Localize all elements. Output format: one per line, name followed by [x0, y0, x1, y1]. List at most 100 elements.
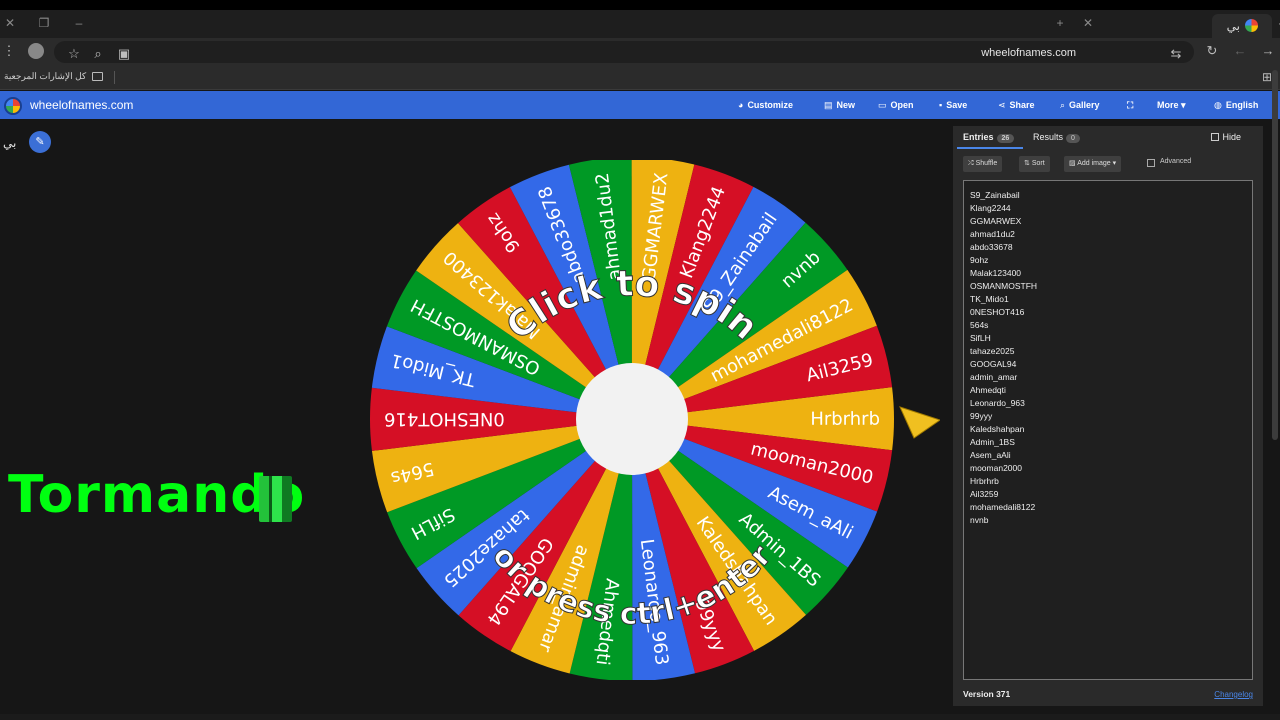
entries-panel: Entries 26 Results 0 Hide ⤮ Shuffle ⇅ Sort… — [953, 126, 1263, 706]
customize-button[interactable]: ◕ Customize — [738, 100, 793, 110]
page-scrollbar[interactable] — [1272, 70, 1278, 440]
sort-button[interactable]: ⇅ Sort — [1019, 156, 1050, 172]
entry-line[interactable]: Leonardo_963 — [970, 397, 1246, 410]
folder-open-icon: ▭ — [878, 100, 887, 110]
file-icon: ▤ — [824, 100, 833, 110]
new-button[interactable]: ▤ New — [824, 100, 855, 111]
browser-tab[interactable]: بي — [1212, 14, 1272, 38]
caret-down-icon: ▾ — [1112, 160, 1117, 167]
hide-checkbox[interactable] — [1211, 133, 1219, 141]
entry-line[interactable]: Klang2244 — [970, 202, 1246, 215]
open-label: Open — [890, 100, 914, 110]
cast-icon[interactable]: ▣ — [116, 46, 132, 62]
entry-line[interactable]: Ail3259 — [970, 488, 1246, 501]
site-name[interactable]: wheelofnames.com — [30, 98, 133, 112]
entry-line[interactable]: Admin_1BS — [970, 436, 1246, 449]
fullscreen-button[interactable]: ⛶ — [1127, 100, 1133, 111]
wheel-logo-icon[interactable] — [4, 97, 22, 115]
spin-wheel[interactable]: Hrbrhrbmooman2000Asem_aAliAdmin_1BSKaled… — [340, 160, 940, 680]
add-image-button[interactable]: ▨ Add image ▾ — [1064, 156, 1122, 172]
edit-title-button[interactable]: ✎ — [29, 131, 51, 153]
profile-avatar-icon[interactable] — [28, 43, 44, 59]
entry-line[interactable]: Ahmedqti — [970, 384, 1246, 397]
wheel-slice-label: 0NESHOT416 — [384, 408, 505, 429]
url-text[interactable]: wheelofnames.com — [981, 47, 1076, 59]
gallery-button[interactable]: ⌕ Gallery — [1060, 100, 1100, 111]
new-tab-icon[interactable]: + — [1053, 16, 1067, 30]
entry-line[interactable]: admin_amar — [970, 371, 1246, 384]
tab-title: بي — [1226, 19, 1240, 33]
share-button[interactable]: ⋖ Share — [998, 100, 1035, 111]
close-window-icon[interactable]: ✕ — [3, 16, 17, 30]
panel-tabs: Entries 26 Results 0 Hide — [953, 126, 1263, 149]
bottom-strip — [0, 714, 1280, 720]
forward-icon[interactable]: ← — [1232, 43, 1248, 58]
search-icon: ⌕ — [1060, 100, 1066, 110]
zoom-icon[interactable]: ⌕ — [90, 46, 106, 62]
fullscreen-icon: ⛶ — [1127, 100, 1134, 110]
sort-icon: ⇅ — [1024, 160, 1030, 167]
entry-line[interactable]: Hrbrhrb — [970, 475, 1246, 488]
restore-window-icon[interactable]: ❐ — [37, 16, 51, 30]
image-icon: ▨ — [1069, 160, 1076, 167]
shuffle-button[interactable]: ⤮ Shuffle — [963, 156, 1003, 172]
version-label: Version 371 — [963, 689, 1011, 699]
site-settings-icon[interactable]: ⇆ — [1168, 46, 1184, 62]
hide-label: Hide — [1222, 132, 1241, 142]
minimize-window-icon[interactable]: – — [72, 16, 86, 30]
entry-line[interactable]: SifLH — [970, 332, 1246, 345]
entry-line[interactable]: Kaledshahpan — [970, 423, 1246, 436]
entry-line[interactable]: GGMARWEX — [970, 215, 1246, 228]
entry-line[interactable]: TK_Mido1 — [970, 293, 1246, 306]
entry-line[interactable]: OSMANMOSTFH — [970, 280, 1246, 293]
omnibox[interactable]: ☆ ⌕ ▣ wheelofnames.com ⇆ — [54, 41, 1194, 63]
entry-line[interactable]: S9_Zainabail — [970, 189, 1246, 202]
advanced-checkbox[interactable] — [1147, 159, 1155, 167]
screen-top-strip — [0, 0, 1280, 10]
reload-icon[interactable]: ↻ — [1204, 43, 1220, 59]
save-label: Save — [946, 100, 968, 110]
entry-line[interactable]: 0NESHOT416 — [970, 306, 1246, 319]
apps-grid-icon[interactable]: ⊞ — [1262, 70, 1272, 84]
back-icon[interactable]: → — [1260, 43, 1276, 58]
entry-line[interactable]: tahaze2025 — [970, 345, 1246, 358]
wheel-title: بي — [3, 136, 17, 150]
glitch-artifact — [259, 476, 292, 522]
entry-line[interactable]: ahmad1du2 — [970, 228, 1246, 241]
save-button[interactable]: ▪ Save — [939, 100, 967, 110]
entry-line[interactable]: nvnb — [970, 514, 1246, 527]
entries-textarea[interactable]: S9_Zainabail Klang2244 GGMARWEX ahmad1du2 ab… — [963, 180, 1253, 680]
browser-titlebar: ✕ ❐ – + ✕ بي ⌄ — [0, 10, 1280, 38]
open-button[interactable]: ▭ Open — [878, 100, 914, 111]
entry-line[interactable]: abdo33678 — [970, 241, 1246, 254]
changelog-link[interactable]: Changelog — [1214, 690, 1253, 699]
results-tab-label: Results — [1033, 132, 1064, 142]
wheel-center[interactable] — [576, 363, 688, 475]
new-label: New — [836, 100, 856, 110]
menu-dots-icon[interactable]: ⋮ — [1, 43, 17, 59]
entry-line[interactable]: 99yyy — [970, 410, 1246, 423]
more-button[interactable]: More ▾ — [1157, 100, 1186, 111]
entry-line[interactable]: GOOGAL94 — [970, 358, 1246, 371]
folder-icon — [92, 72, 103, 81]
sort-label: Sort — [1031, 160, 1045, 167]
save-icon: ▪ — [939, 100, 943, 110]
all-bookmarks-label[interactable]: كل الإشارات المرجعية — [4, 71, 86, 82]
entry-line[interactable]: mooman2000 — [970, 462, 1246, 475]
more-label: More — [1157, 100, 1179, 110]
add-image-label: Add image — [1077, 160, 1111, 167]
close-tab-icon[interactable]: ✕ — [1081, 16, 1095, 30]
language-button[interactable]: ◍ English — [1214, 100, 1258, 111]
entry-line[interactable]: mohamedali8122 — [970, 501, 1246, 514]
entry-line[interactable]: Asem_aAli — [970, 449, 1246, 462]
customize-label: Customize — [747, 100, 793, 110]
pencil-icon: ✎ — [35, 136, 45, 148]
tab-results[interactable]: Results 0 — [1033, 132, 1080, 143]
bookmark-star-icon[interactable]: ☆ — [66, 46, 82, 62]
advanced-label: Advanced — [1160, 158, 1192, 165]
caret-down-icon: ▾ — [1181, 100, 1186, 110]
entry-line[interactable]: 9ohz — [970, 254, 1246, 267]
entry-line[interactable]: 564s — [970, 319, 1246, 332]
tab-entries[interactable]: Entries 26 — [963, 132, 1015, 143]
entry-line[interactable]: Malak123400 — [970, 267, 1246, 280]
